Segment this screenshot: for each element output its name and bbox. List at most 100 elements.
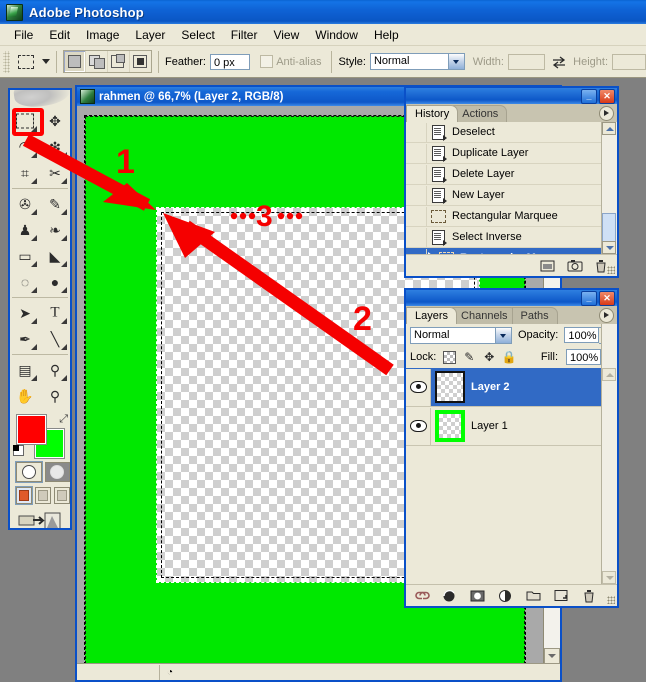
app-titlebar[interactable]: Adobe Photoshop xyxy=(0,0,646,24)
history-palette-titlebar[interactable]: _ ✕ xyxy=(406,88,617,104)
jump-to-imageready-icon[interactable] xyxy=(18,510,70,528)
layers-palette-footer[interactable] xyxy=(406,584,617,606)
scroll-down-arrow[interactable] xyxy=(544,648,560,664)
zoom-tool[interactable]: ⚲ xyxy=(40,383,70,409)
link-layers-button[interactable] xyxy=(414,589,430,603)
tab-paths[interactable]: Paths xyxy=(511,307,558,324)
layer-visibility-toggle[interactable] xyxy=(406,368,431,406)
close-button[interactable]: ✕ xyxy=(599,88,615,104)
line-tool[interactable]: ╲ xyxy=(40,326,70,352)
layers-lock-row[interactable]: Lock: ✎ ✥ 🔒 Fill: 100% ▸ xyxy=(406,346,617,368)
close-button[interactable]: ✕ xyxy=(599,290,615,306)
layer-thumbnail[interactable] xyxy=(435,410,465,442)
palette-menu-icon[interactable] xyxy=(599,308,614,323)
layer-visibility-toggle[interactable] xyxy=(406,407,431,445)
add-layer-mask-button[interactable] xyxy=(470,589,485,603)
create-document-from-state-button[interactable] xyxy=(540,259,555,273)
style-select[interactable]: Normal xyxy=(369,53,465,70)
zoom-level-field[interactable] xyxy=(77,664,160,680)
layers-list[interactable]: Layer 2 Layer 1 xyxy=(406,368,602,584)
full-screen-with-menu-mode-button[interactable] xyxy=(35,487,51,504)
create-new-layer-button[interactable] xyxy=(554,589,569,603)
history-item-new-layer[interactable]: New Layer xyxy=(406,185,602,206)
create-fill-adjustment-layer-button[interactable] xyxy=(498,589,513,603)
lock-transparent-pixels-icon[interactable] xyxy=(442,350,456,364)
menu-view[interactable]: View xyxy=(265,26,307,44)
dodge-tool[interactable]: ● xyxy=(40,269,70,295)
swap-colors-icon[interactable]: ⤢ xyxy=(59,413,68,426)
pen-tool[interactable]: ✒ xyxy=(10,326,40,352)
blur-tool[interactable]: ◌ xyxy=(10,269,40,295)
history-snapshot-cell[interactable] xyxy=(406,122,427,142)
layer-thumbnail[interactable] xyxy=(435,371,465,403)
clone-stamp-tool[interactable]: ♟ xyxy=(10,217,40,243)
paint-bucket-tool[interactable]: ◣ xyxy=(40,243,70,269)
eye-icon[interactable] xyxy=(409,420,427,432)
fill-input[interactable]: 100% xyxy=(566,349,601,365)
add-to-selection-button[interactable] xyxy=(86,51,108,72)
scroll-down-arrow[interactable] xyxy=(602,571,616,584)
history-snapshot-cell[interactable] xyxy=(406,143,427,163)
delete-layer-button[interactable] xyxy=(582,589,597,603)
slice-tool[interactable]: ✂ xyxy=(40,160,70,186)
history-item-rectangular-marquee-1[interactable]: Rectangular Marquee xyxy=(406,206,602,227)
minimize-button[interactable]: _ xyxy=(581,88,597,104)
tab-actions[interactable]: Actions xyxy=(453,105,508,122)
tab-layers[interactable]: Layers xyxy=(406,307,458,324)
layers-palette-titlebar[interactable]: _ ✕ xyxy=(406,290,617,306)
layer-name[interactable]: Layer 1 xyxy=(471,420,508,432)
opacity-input[interactable]: 100% xyxy=(564,327,600,343)
brush-tool[interactable]: ✎ xyxy=(40,191,70,217)
menu-edit[interactable]: Edit xyxy=(41,26,78,44)
move-tool[interactable]: ✥ xyxy=(40,108,70,134)
create-new-group-button[interactable] xyxy=(526,589,541,603)
menu-file[interactable]: File xyxy=(6,26,41,44)
hand-tool[interactable]: ✋ xyxy=(10,383,40,409)
layers-options-row[interactable]: Normal Opacity: 100% ▸ xyxy=(406,324,617,346)
swap-width-height-icon[interactable] xyxy=(551,54,567,70)
eye-icon[interactable] xyxy=(409,381,427,393)
path-selection-tool[interactable]: ➤ xyxy=(10,300,40,326)
scroll-up-arrow[interactable] xyxy=(602,368,616,381)
healing-brush-tool[interactable]: ✇ xyxy=(10,191,40,217)
lasso-tool[interactable]: ◠ xyxy=(10,134,40,160)
resize-grip[interactable] xyxy=(607,266,615,274)
full-screen-mode-button[interactable] xyxy=(54,487,70,504)
layers-palette-tabs[interactable]: Layers Channels Paths xyxy=(406,306,617,324)
selection-mode-group[interactable] xyxy=(63,50,152,73)
magic-wand-tool[interactable]: ❇ xyxy=(40,134,70,160)
anti-alias-checkbox[interactable] xyxy=(260,55,274,68)
standard-mask-mode-button[interactable] xyxy=(16,462,42,482)
chevron-down-icon[interactable] xyxy=(42,59,50,64)
menu-layer[interactable]: Layer xyxy=(127,26,173,44)
layers-palette[interactable]: _ ✕ Layers Channels Paths Normal Opacity… xyxy=(404,288,619,608)
lock-all-icon[interactable]: 🔒 xyxy=(502,350,517,364)
tool-options-bar[interactable]: Feather: 0 px Anti-alias Style: Normal W… xyxy=(0,46,646,78)
minimize-button[interactable]: _ xyxy=(581,290,597,306)
intersect-with-selection-button[interactable] xyxy=(130,51,151,72)
width-input[interactable] xyxy=(507,53,546,70)
layer-row-layer-2[interactable]: Layer 2 xyxy=(406,368,602,407)
menu-filter[interactable]: Filter xyxy=(223,26,266,44)
standard-screen-mode-button[interactable] xyxy=(16,487,32,504)
notes-tool[interactable]: ▤ xyxy=(10,357,40,383)
history-item-deselect[interactable]: Deselect xyxy=(406,122,602,143)
quick-mask-mode-button[interactable] xyxy=(44,462,70,482)
blend-mode-select[interactable]: Normal xyxy=(410,326,512,344)
color-swatches[interactable]: ⤢ xyxy=(13,413,69,458)
scroll-up-arrow[interactable] xyxy=(602,122,616,135)
palette-menu-icon[interactable] xyxy=(599,106,614,121)
history-snapshot-cell[interactable] xyxy=(406,185,427,205)
feather-input[interactable]: 0 px xyxy=(209,53,251,70)
history-brush-tool[interactable]: ❧ xyxy=(40,217,70,243)
chevron-down-icon[interactable] xyxy=(495,327,511,343)
history-snapshot-cell[interactable] xyxy=(406,206,427,226)
rectangular-marquee-icon[interactable] xyxy=(14,50,38,74)
foreground-color-swatch[interactable] xyxy=(17,415,46,444)
lock-position-icon[interactable]: ✥ xyxy=(482,350,496,364)
scroll-down-arrow[interactable] xyxy=(602,241,616,254)
history-snapshot-cell[interactable] xyxy=(406,164,427,184)
default-colors-icon[interactable] xyxy=(13,445,24,456)
history-item-duplicate-layer[interactable]: Duplicate Layer xyxy=(406,143,602,164)
history-vertical-scrollbar[interactable] xyxy=(601,122,617,255)
